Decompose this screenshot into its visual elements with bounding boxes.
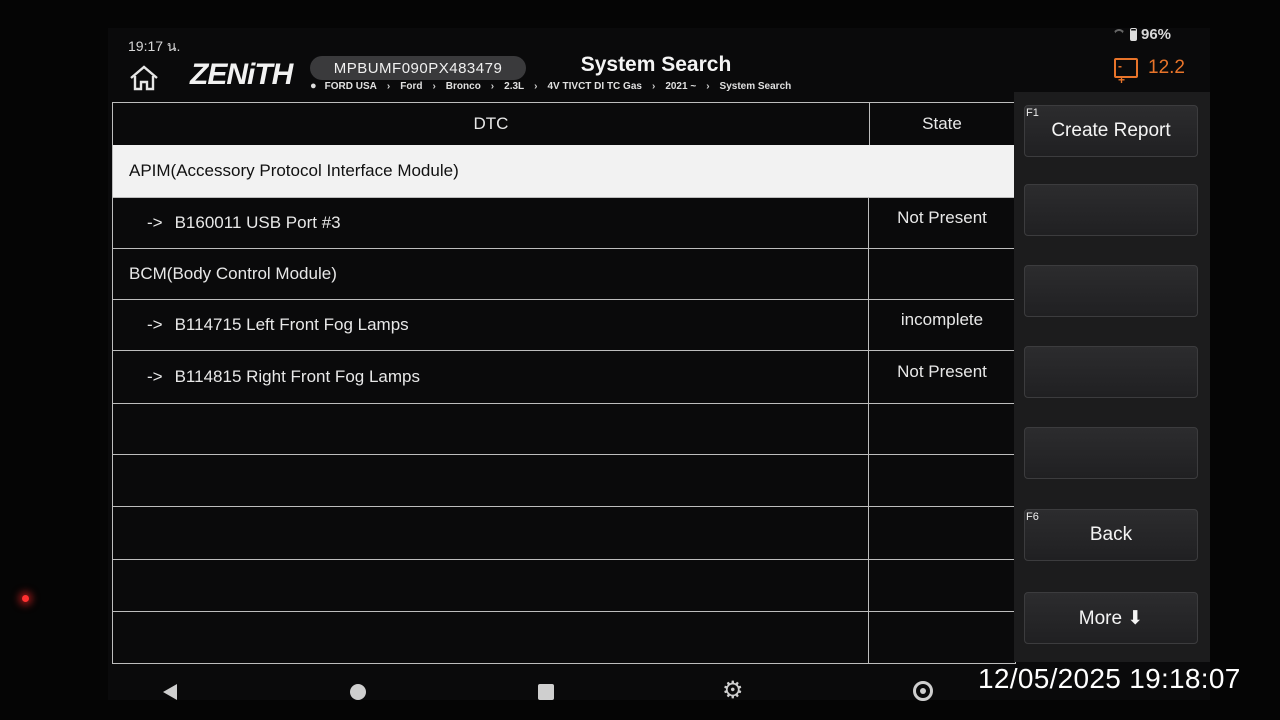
dtc-cell <box>113 507 869 559</box>
function-button-2[interactable] <box>1024 184 1198 236</box>
dtc-table: DTC State APIM(Accessory Protocol Interf… <box>112 102 1016 664</box>
chevron-right-icon: › <box>534 80 538 92</box>
breadcrumb-item: FORD USA <box>324 80 377 92</box>
settings-gear-icon[interactable]: ⚙ <box>722 679 744 703</box>
function-key-label: F6 <box>1026 511 1039 523</box>
arrow-indicator: -> <box>147 367 163 386</box>
table-row[interactable]: -> B114815 Right Front Fog Lamps Not Prese… <box>113 351 1015 404</box>
table-row[interactable]: -> B114715 Left Front Fog Lamps incomplete <box>113 300 1015 351</box>
button-label: Back <box>1089 524 1133 545</box>
battery-icon <box>1130 28 1137 41</box>
module-name: APIM(Accessory Protocol Interface Module… <box>129 161 459 180</box>
page-title: System Search <box>580 53 732 76</box>
breadcrumb: ● FORD USA › Ford › Bronco › 2.3L › 4V T… <box>310 80 791 92</box>
dtc-cell: APIM(Accessory Protocol Interface Module… <box>113 145 1015 197</box>
table-row[interactable]: APIM(Accessory Protocol Interface Module… <box>113 145 1015 198</box>
table-header: DTC State <box>113 103 1015 146</box>
more-button[interactable]: More ⬇ <box>1024 592 1198 644</box>
function-button-3[interactable] <box>1024 265 1198 317</box>
location-pin-icon: ● <box>310 80 317 92</box>
status-time: 19:17 น. <box>128 38 181 54</box>
state-cell <box>869 560 1015 611</box>
nav-back-icon[interactable] <box>163 684 177 700</box>
indicator-led <box>22 595 29 602</box>
voltage-value: 12.2 <box>1148 57 1185 78</box>
chevron-right-icon: › <box>432 80 436 92</box>
battery-voltage: 12.2 <box>1114 57 1185 87</box>
state-cell <box>869 455 1015 506</box>
status-indicators: 96% <box>1112 26 1171 43</box>
function-button-5[interactable] <box>1024 427 1198 479</box>
nav-recents-icon[interactable] <box>538 684 554 700</box>
breadcrumb-item: 2.3L <box>504 80 525 92</box>
dtc-cell: -> B114815 Right Front Fog Lamps <box>113 351 869 403</box>
dtc-cell: BCM(Body Control Module) <box>113 249 869 299</box>
dtc-cell <box>113 404 869 454</box>
dtc-cell <box>113 560 869 611</box>
state-cell: incomplete <box>900 310 984 329</box>
chevron-right-icon: › <box>651 80 656 92</box>
table-row-empty[interactable] <box>113 612 1015 664</box>
function-key-label: F1 <box>1026 107 1039 119</box>
chevron-right-icon: › <box>490 80 495 92</box>
battery-percent: 96% <box>1141 26 1172 43</box>
column-header-dtc: DTC <box>113 103 870 145</box>
state-cell <box>869 507 1015 559</box>
breadcrumb-item: 4V TIVCT DI TC Gas <box>547 80 642 92</box>
car-battery-icon <box>1114 58 1138 87</box>
dtc-cell <box>113 455 869 506</box>
create-report-button[interactable]: F1 Create Report <box>1024 105 1198 157</box>
arrow-indicator: -> <box>147 315 163 334</box>
dtc-entry: -> B114715 Left Front Fog Lamps <box>113 315 409 335</box>
vin-badge: MPBUMF090PX483479 <box>310 56 526 80</box>
table-row-empty[interactable] <box>113 455 1015 507</box>
dtc-code-description: B114815 Right Front Fog Lamps <box>174 367 420 386</box>
module-name: BCM(Body Control Module) <box>129 264 337 283</box>
dtc-cell <box>113 612 869 663</box>
wifi-icon <box>1112 29 1126 41</box>
breadcrumb-item: System Search <box>719 80 792 92</box>
chevron-right-icon: › <box>386 80 391 92</box>
function-button-4[interactable] <box>1024 346 1198 398</box>
dtc-code-description: B114715 Left Front Fog Lamps <box>174 315 409 334</box>
photo-timestamp: 12/05/2025 19:18:07 <box>978 663 1241 694</box>
state-cell <box>869 404 1015 454</box>
dtc-entry: -> B114815 Right Front Fog Lamps <box>113 367 420 387</box>
arrow-indicator: -> <box>147 213 163 232</box>
column-header-state: State <box>922 114 962 133</box>
breadcrumb-item: Bronco <box>445 80 481 92</box>
table-row[interactable]: BCM(Body Control Module) <box>113 249 1015 300</box>
dtc-cell: -> B160011 USB Port #3 <box>113 198 869 248</box>
breadcrumb-item: 2021 ~ <box>665 80 697 92</box>
dtc-code-description: B160011 USB Port #3 <box>174 213 341 232</box>
breadcrumb-item: Ford <box>400 80 423 92</box>
nav-home-icon[interactable] <box>350 684 366 700</box>
state-cell <box>869 612 1015 663</box>
state-cell <box>869 249 1015 299</box>
state-cell: Not Present <box>897 208 987 227</box>
dtc-cell: -> B114715 Left Front Fog Lamps <box>113 300 869 350</box>
table-row-empty[interactable] <box>113 507 1015 560</box>
back-button[interactable]: F6 Back <box>1024 509 1198 561</box>
home-icon[interactable] <box>128 64 160 92</box>
chevron-right-icon: › <box>706 80 710 92</box>
dtc-entry: -> B160011 USB Port #3 <box>113 213 341 233</box>
browser-icon[interactable] <box>913 681 933 701</box>
table-row[interactable]: -> B160011 USB Port #3 Not Present <box>113 198 1015 249</box>
button-label: Create Report <box>1051 120 1171 141</box>
table-row-empty[interactable] <box>113 560 1015 612</box>
state-cell: Not Present <box>897 362 987 381</box>
button-label: More ⬇ <box>1078 607 1144 629</box>
zenith-logo: ZENiTH <box>190 58 293 91</box>
table-row-empty[interactable] <box>113 404 1015 455</box>
